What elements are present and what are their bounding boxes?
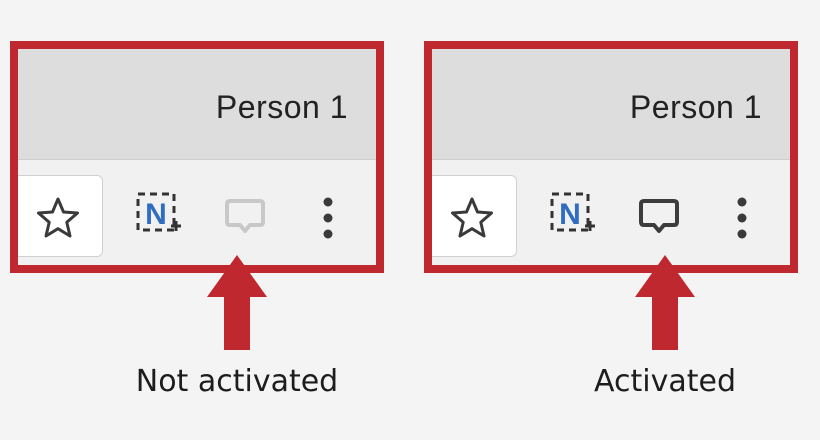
profile-button[interactable]: Person 1 <box>630 89 762 126</box>
star-icon[interactable] <box>449 195 495 241</box>
browser-toolbar: N <box>432 159 790 265</box>
extension-n-plus-icon[interactable]: N <box>135 191 183 239</box>
panel-not-activated: Person 1 N <box>10 41 384 273</box>
browser-titlebar: Person 1 <box>432 49 790 159</box>
up-arrow-icon <box>635 255 695 350</box>
star-icon[interactable] <box>35 195 81 241</box>
caption-activated: Activated <box>594 364 736 399</box>
chat-bubble-icon[interactable] <box>638 196 680 238</box>
browser-toolbar: N <box>18 159 376 265</box>
svg-text:N: N <box>559 198 581 231</box>
address-bar[interactable] <box>18 175 103 257</box>
svg-text:N: N <box>145 198 167 231</box>
up-arrow-icon <box>207 255 267 350</box>
kebab-menu-icon[interactable] <box>319 195 337 241</box>
address-bar[interactable] <box>432 175 517 257</box>
chat-bubble-icon[interactable] <box>224 196 266 238</box>
kebab-menu-icon[interactable] <box>733 195 751 241</box>
profile-button[interactable]: Person 1 <box>216 89 348 126</box>
caption-not-activated: Not activated <box>135 364 339 399</box>
panel-activated: Person 1 N <box>424 41 798 273</box>
browser-titlebar: Person 1 <box>18 49 376 159</box>
extension-n-plus-icon[interactable]: N <box>549 191 597 239</box>
